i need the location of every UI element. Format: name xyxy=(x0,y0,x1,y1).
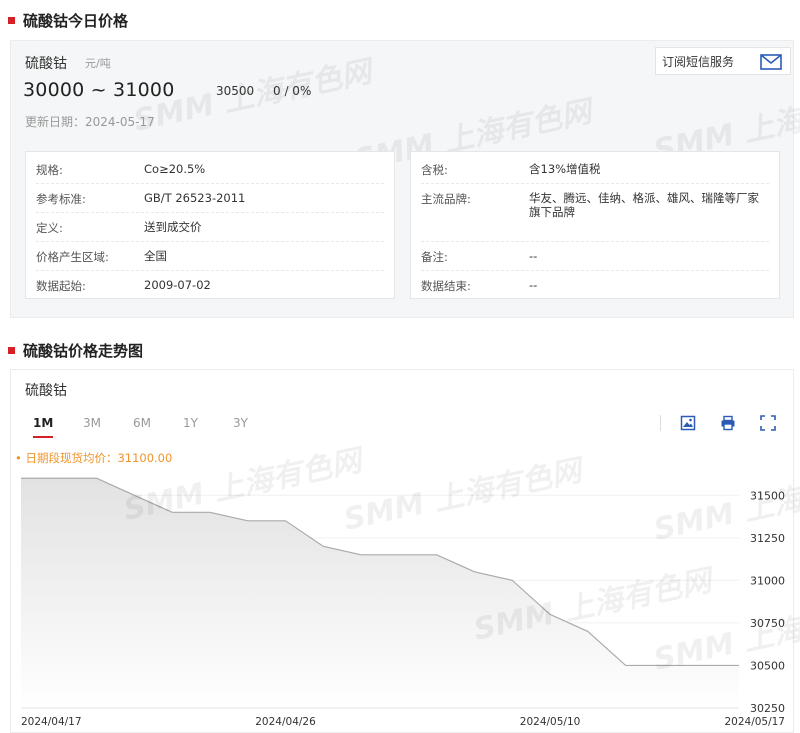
average-price: 30500 xyxy=(216,84,255,98)
fullscreen-icon[interactable] xyxy=(759,414,777,432)
chart-toolbar xyxy=(660,414,777,432)
range-tabs: 1M 3M 6M 1Y 3Y xyxy=(33,416,283,438)
spec-value: GB/T 26523-2011 xyxy=(144,191,246,205)
spec-value: Co≥20.5% xyxy=(144,162,206,176)
spec-row: 备注: -- xyxy=(421,242,769,271)
section-marker-icon xyxy=(8,347,15,354)
spec-value: 含13%增值税 xyxy=(529,162,601,176)
spec-row: 价格产生区域: 全国 xyxy=(36,242,384,271)
image-download-icon[interactable] xyxy=(679,414,697,432)
y-tick-label: 31250 xyxy=(750,532,785,545)
spec-value: 送到成交价 xyxy=(144,220,202,234)
tab-3m[interactable]: 3M xyxy=(83,416,133,430)
spec-value: -- xyxy=(529,249,538,263)
chart-product-name: 硫酸钴 xyxy=(25,383,67,399)
spec-row: 数据结束: -- xyxy=(421,271,769,299)
spec-table-left: 规格: Co≥20.5% 参考标准: GB/T 26523-2011 定义: 送到成交… xyxy=(25,151,395,299)
x-tick-label: 2024/04/26 xyxy=(255,716,316,728)
mail-icon xyxy=(760,54,782,73)
price-card: SMM 上海有色网 SMM 上海有色网 SMM 上海有色网 硫酸钴 元/吨 30… xyxy=(10,40,800,318)
spec-table-right: 含税: 含13%增值税 主流品牌: 华友、腾远、佳纳、格派、雄风、瑞隆等厂家旗下品牌… xyxy=(410,151,780,299)
section-title-price-trend: 硫酸钴价格走势图 xyxy=(8,340,143,361)
y-tick-label: 30750 xyxy=(750,617,785,630)
section-title-text: 硫酸钴价格走势图 xyxy=(23,342,144,360)
print-icon[interactable] xyxy=(719,414,737,432)
tab-1y[interactable]: 1Y xyxy=(183,416,233,430)
update-date: 更新日期：2024-05-17 xyxy=(25,115,155,129)
y-tick-label: 30250 xyxy=(750,702,785,715)
spec-key: 数据起始: xyxy=(36,279,86,293)
spec-key: 价格产生区域: xyxy=(36,250,109,264)
y-tick-label: 31500 xyxy=(750,489,785,502)
y-tick-label: 31000 xyxy=(750,574,785,587)
spec-row: 主流品牌: 华友、腾远、佳纳、格派、雄风、瑞隆等厂家旗下品牌 xyxy=(421,184,769,242)
spec-key: 参考标准: xyxy=(36,192,86,206)
price-unit: 元/吨 xyxy=(85,57,111,70)
section-title-today-price: 硫酸钴今日价格 xyxy=(8,10,128,31)
spec-key: 定义: xyxy=(36,221,63,235)
sms-subscribe-label: 订阅短信服务 xyxy=(662,54,735,69)
spec-key: 数据结束: xyxy=(421,279,471,293)
section-marker-icon xyxy=(8,17,15,24)
spec-key: 规格: xyxy=(36,163,63,177)
x-tick-label: 2024/04/17 xyxy=(21,716,82,728)
spec-key: 备注: xyxy=(421,250,448,264)
y-tick-label: 30500 xyxy=(750,659,785,672)
x-tick-label: 2024/05/17 xyxy=(724,716,785,728)
spec-value: -- xyxy=(529,278,538,292)
spec-value: 2009-07-02 xyxy=(144,278,211,292)
chart-card: 31500 31250 31000 30750 30500 30250 2024/04/17… xyxy=(10,369,800,733)
price-area xyxy=(21,478,739,708)
sms-subscribe-button[interactable]: 订阅短信服务 xyxy=(655,47,791,75)
tab-3y[interactable]: 3Y xyxy=(233,416,283,430)
spec-row: 规格: Co≥20.5% xyxy=(36,156,384,184)
toolbar-divider xyxy=(660,415,661,431)
chart-legend: • 日期段现货均价：31100.00 xyxy=(15,451,173,465)
spec-key: 主流品牌: xyxy=(421,192,471,206)
spec-row: 定义: 送到成交价 xyxy=(36,213,384,242)
spec-row: 参考标准: GB/T 26523-2011 xyxy=(36,184,384,213)
price-range: 30000 ~ 31000 xyxy=(23,79,175,101)
spec-row: 含税: 含13%增值税 xyxy=(421,156,769,184)
spec-value: 华友、腾远、佳纳、格派、雄风、瑞隆等厂家旗下品牌 xyxy=(529,191,759,219)
spec-row: 数据起始: 2009-07-02 xyxy=(36,271,384,299)
spec-key: 含税: xyxy=(421,163,448,177)
x-tick-label: 2024/05/10 xyxy=(520,716,581,728)
spec-value: 全国 xyxy=(144,249,167,263)
section-title-text: 硫酸钴今日价格 xyxy=(23,12,129,30)
product-name: 硫酸钴 xyxy=(25,56,67,72)
price-change: 0 / 0% xyxy=(273,84,312,98)
tab-1m[interactable]: 1M xyxy=(33,416,83,438)
tab-6m[interactable]: 6M xyxy=(133,416,183,430)
